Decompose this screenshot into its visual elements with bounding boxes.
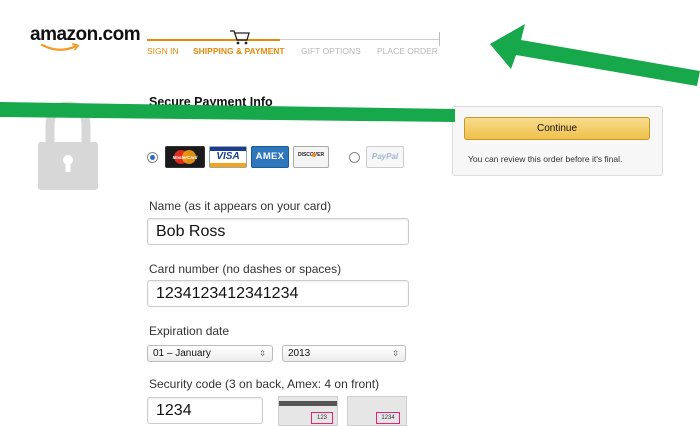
review-note: You can review this order before it's fi… bbox=[468, 154, 623, 164]
step-sign-in[interactable]: SIGN IN bbox=[147, 46, 179, 56]
mastercard-logo: MasterCard bbox=[165, 146, 205, 168]
security-code-label: Security code (3 on back, Amex: 4 on fro… bbox=[149, 377, 380, 391]
amex-text: AMEX bbox=[255, 151, 285, 162]
discover-text: DISCOVER bbox=[297, 152, 325, 158]
lock-icon bbox=[38, 101, 98, 190]
continue-button[interactable]: Continue bbox=[464, 117, 650, 140]
discover-logo: DISCOVER bbox=[293, 146, 329, 168]
annotation-arrow-top bbox=[490, 24, 700, 86]
expiration-month-select[interactable]: 01 – January ⇳ bbox=[147, 345, 273, 362]
amazon-smile-logo bbox=[40, 43, 80, 51]
progress-fill bbox=[147, 39, 280, 41]
step-place-order: PLACE ORDER bbox=[377, 46, 438, 56]
cvv-front-hint: 1234 bbox=[376, 412, 400, 424]
name-label: Name (as it appears on your card) bbox=[149, 199, 332, 213]
name-field[interactable]: Bob Ross bbox=[147, 218, 409, 245]
card-number-label: Card number (no dashes or spaces) bbox=[149, 262, 342, 276]
visa-text: VISA bbox=[216, 151, 240, 162]
paypal-logo: PayPal bbox=[366, 146, 404, 168]
amex-logo: AMEX bbox=[251, 146, 289, 168]
visa-logo: VISA bbox=[209, 146, 247, 168]
expiration-year-value: 2013 bbox=[288, 348, 311, 359]
secure-payment-title: Secure Payment Info bbox=[149, 95, 273, 109]
expiration-month-value: 01 – January bbox=[153, 348, 211, 359]
card-radio[interactable] bbox=[147, 152, 158, 163]
cvv-back-illustration: 123 bbox=[278, 396, 338, 426]
paypal-text: PayPal bbox=[371, 152, 399, 161]
cvv-back-hint: 123 bbox=[311, 412, 333, 424]
expiration-label: Expiration date bbox=[149, 324, 230, 338]
progress-end-marker bbox=[439, 32, 440, 46]
paypal-radio[interactable] bbox=[349, 152, 360, 163]
security-code-field[interactable]: 1234 bbox=[147, 397, 263, 424]
step-shipping-payment: SHIPPING & PAYMENT bbox=[193, 46, 285, 56]
step-gift-options: GIFT OPTIONS bbox=[301, 46, 361, 56]
card-number-field[interactable]: 1234123412341234 bbox=[147, 280, 409, 307]
mastercard-text: MasterCard bbox=[173, 155, 198, 160]
expiration-year-select[interactable]: 2013 ⇳ bbox=[282, 345, 406, 362]
cart-icon bbox=[230, 30, 250, 45]
cvv-front-illustration: 1234 bbox=[347, 396, 407, 426]
select-caret-icon: ⇳ bbox=[259, 349, 266, 358]
select-caret-icon: ⇳ bbox=[392, 349, 399, 358]
